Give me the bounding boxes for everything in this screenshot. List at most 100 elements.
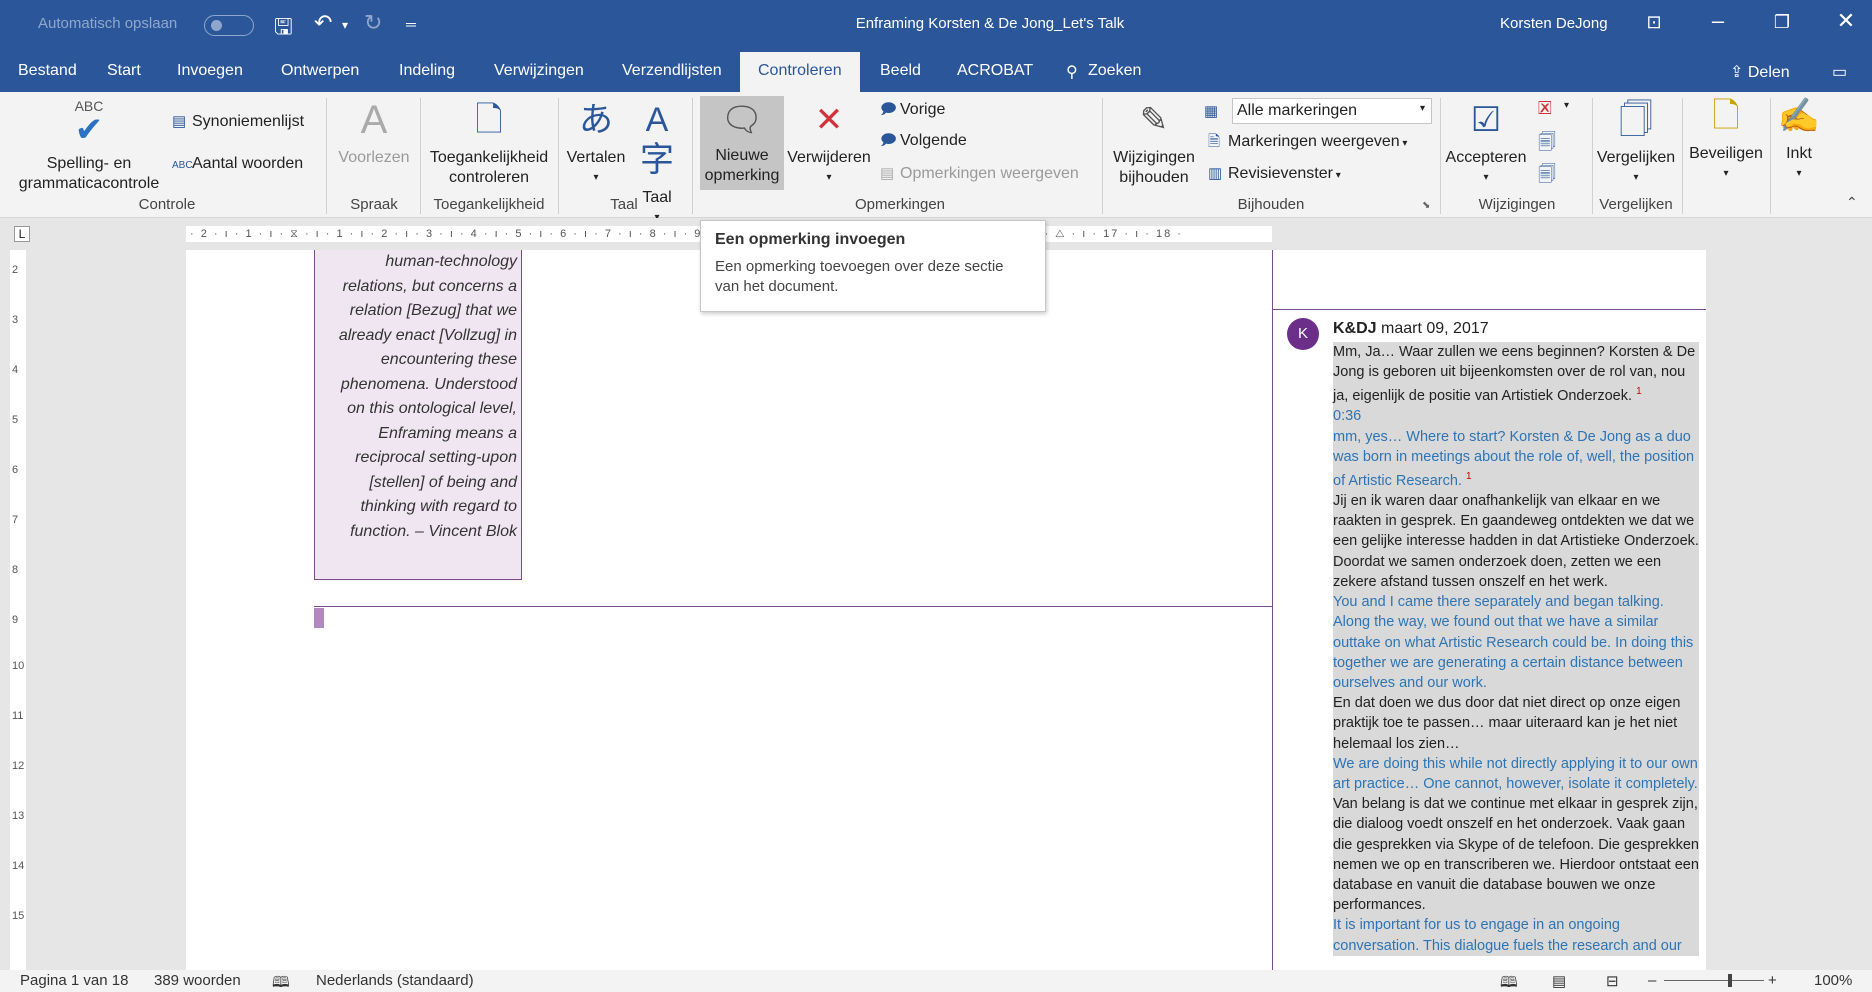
- accept-icon: ☑: [1470, 101, 1502, 139]
- print-layout-icon[interactable]: ▤: [1552, 972, 1566, 990]
- user-name[interactable]: Korsten DeJong: [1500, 15, 1608, 32]
- dialog-launcher-icon[interactable]: ⬊: [1422, 200, 1430, 211]
- accessibility-label-2: controleren: [448, 169, 530, 186]
- vertical-ruler: 234 567 8 9 10 11 12 13 14 15: [10, 250, 26, 970]
- ink-button[interactable]: ✍ Inkt ▾: [1774, 96, 1824, 184]
- ink-label: Inkt: [1786, 145, 1812, 162]
- group-vergelijken: Vergelijken: [1599, 196, 1673, 213]
- track-changes-icon: ✎: [1139, 101, 1169, 139]
- zoom-slider-thumb[interactable]: [1728, 974, 1732, 987]
- lock-document-icon: 🗋: [1712, 97, 1740, 135]
- tab-zoeken[interactable]: Zoeken: [1088, 60, 1141, 82]
- autosave-toggle[interactable]: [204, 15, 254, 36]
- previous-comment-button[interactable]: 🗩 Vorige: [880, 100, 945, 120]
- spelling-label: Spelling- en: [46, 155, 132, 172]
- new-comment-button[interactable]: 🗨 Nieuwe opmerking: [700, 96, 784, 190]
- reject-icon[interactable]: 🗷: [1538, 98, 1552, 119]
- text-cursor: [314, 608, 324, 628]
- proofing-icon[interactable]: 🕮: [272, 972, 290, 992]
- tab-verzendlijsten[interactable]: Verzendlijsten: [622, 60, 722, 82]
- tab-ontwerpen[interactable]: Ontwerpen: [281, 60, 359, 82]
- tell-me-search-icon[interactable]: ⚲: [1066, 60, 1078, 84]
- web-layout-icon[interactable]: ⊟: [1606, 972, 1619, 990]
- protect-button[interactable]: 🗋 Beveiligen ▾: [1686, 96, 1766, 184]
- protect-dropdown-icon: ▾: [1723, 168, 1729, 179]
- zoom-in-icon[interactable]: +: [1768, 972, 1777, 989]
- ribbon-display-icon[interactable]: ⊡: [1634, 12, 1674, 33]
- delete-comment-button[interactable]: ✕ Verwijderen ▾: [786, 100, 872, 188]
- zoom-level[interactable]: 100%: [1814, 972, 1852, 989]
- accept-button[interactable]: ☑ Accepteren ▾: [1444, 100, 1528, 188]
- undo-dropdown-icon[interactable]: ▾: [342, 18, 348, 32]
- comment-paragraph: Van belang is dat we continue met elkaar…: [1333, 794, 1699, 916]
- show-comments-button: ▤ Opmerkingen weergeven: [880, 164, 1079, 184]
- tab-acrobat[interactable]: ACROBAT: [957, 60, 1033, 82]
- spelling-grammar-button[interactable]: ABC ✔ Spelling- en grammaticacontrole: [14, 96, 164, 194]
- restore-icon[interactable]: ❐: [1762, 12, 1802, 33]
- thesaurus-label: Synoniemenlijst: [192, 113, 305, 130]
- comment-header: K&DJ maart 09, 2017: [1333, 320, 1489, 338]
- undo-icon[interactable]: ↶: [314, 10, 332, 36]
- review-pane-button[interactable]: ▥ Revisievenster ▾: [1208, 164, 1341, 186]
- show-markup-button[interactable]: 🗎 Markeringen weergeven ▾: [1208, 132, 1407, 154]
- previous-change-icon[interactable]: 🗐: [1538, 130, 1556, 160]
- close-icon[interactable]: ✕: [1826, 8, 1866, 34]
- tab-indeling[interactable]: Indeling: [399, 60, 455, 82]
- markup-select-value: Alle markeringen: [1237, 102, 1358, 119]
- thesaurus-button[interactable]: ▤ Synoniemenlijst: [172, 112, 304, 132]
- accessibility-check-button[interactable]: 🗋 Toegankelijkheid controleren: [424, 100, 554, 188]
- previous-comment-label: Vorige: [900, 101, 946, 118]
- group-spraak: Spraak: [350, 196, 398, 213]
- comment-body[interactable]: Mm, Ja… Waar zullen we eens beginnen? Ko…: [1333, 342, 1699, 956]
- tab-bestand[interactable]: Bestand: [18, 60, 77, 82]
- tooltip-title: Een opmerking invoegen: [715, 231, 906, 248]
- customize-quick-access-icon[interactable]: ═: [406, 16, 416, 32]
- translate-button[interactable]: あ Vertalen ▾: [564, 100, 628, 188]
- markup-select[interactable]: Alle markeringen ▾: [1232, 98, 1432, 124]
- avatar: K: [1287, 318, 1319, 350]
- separator: [692, 98, 693, 214]
- next-comment-button[interactable]: 🗩 Volgende: [880, 131, 967, 151]
- status-bar: Pagina 1 van 18 389 woorden 🕮 Nederlands…: [0, 970, 1872, 992]
- language-status[interactable]: Nederlands (standaard): [316, 972, 474, 989]
- zoom-out-icon[interactable]: –: [1648, 972, 1656, 989]
- accept-dropdown-icon: ▾: [1483, 172, 1489, 183]
- translate-dropdown-icon: ▾: [593, 172, 599, 183]
- read-mode-icon[interactable]: 🕮: [1500, 972, 1518, 992]
- reject-dropdown-icon[interactable]: ▾: [1564, 100, 1569, 111]
- ribbon: ABC ✔ Spelling- en grammaticacontrole ▤ S…: [0, 92, 1872, 223]
- quote-line: on this ontological level,: [347, 400, 517, 417]
- tab-invoegen[interactable]: Invoegen: [177, 60, 243, 82]
- word-count-button[interactable]: ABCAantal woorden: [172, 154, 303, 176]
- tab-beeld[interactable]: Beeld: [880, 60, 921, 82]
- minimize-icon[interactable]: –: [1698, 8, 1738, 34]
- new-comment-label-2: opmerking: [704, 167, 780, 184]
- checkmark-icon: ✔: [74, 111, 104, 149]
- quote-text-box[interactable]: human-technology relations, but concerns…: [314, 250, 522, 580]
- tab-stop-selector-icon[interactable]: L: [14, 226, 30, 242]
- share-button[interactable]: ⇪ Delen: [1730, 62, 1790, 82]
- collapse-ribbon-icon[interactable]: ⌃: [1846, 194, 1858, 211]
- track-changes-button[interactable]: ✎ Wijzigingen bijhouden: [1106, 100, 1202, 188]
- document-title: Enframing Korsten & De Jong_Let's Talk: [855, 15, 1125, 32]
- zoom-slider[interactable]: [1664, 980, 1764, 981]
- comment-pane: K K&DJ maart 09, 2017 Mm, Ja… Waar zulle…: [1272, 250, 1707, 970]
- read-aloud-icon: A: [360, 98, 388, 142]
- comments-icon[interactable]: ▭: [1832, 62, 1847, 82]
- compare-button[interactable]: 🗍 Vergelijken ▾: [1594, 100, 1678, 188]
- share-icon: ⇪: [1730, 64, 1748, 81]
- ink-dropdown-icon: ▾: [1796, 168, 1802, 179]
- separator: [420, 98, 421, 214]
- comment-anchor-line: [314, 606, 1272, 607]
- tab-controleren[interactable]: Controleren: [740, 52, 860, 92]
- next-change-icon[interactable]: 🗐: [1538, 162, 1556, 192]
- show-markup-icon: 🗎: [1208, 133, 1221, 150]
- previous-comment-icon: 🗩: [880, 101, 897, 118]
- tab-start[interactable]: Start: [107, 60, 141, 82]
- save-icon[interactable]: 🖫: [274, 10, 293, 48]
- comment-text: mm, yes… Where to start? Korsten & De Jo…: [1333, 428, 1695, 489]
- page-count[interactable]: Pagina 1 van 18: [20, 972, 128, 989]
- tab-verwijzingen[interactable]: Verwijzingen: [494, 60, 584, 82]
- word-count[interactable]: 389 woorden: [154, 972, 241, 989]
- document-page[interactable]: human-technology relations, but concerns…: [186, 250, 1272, 970]
